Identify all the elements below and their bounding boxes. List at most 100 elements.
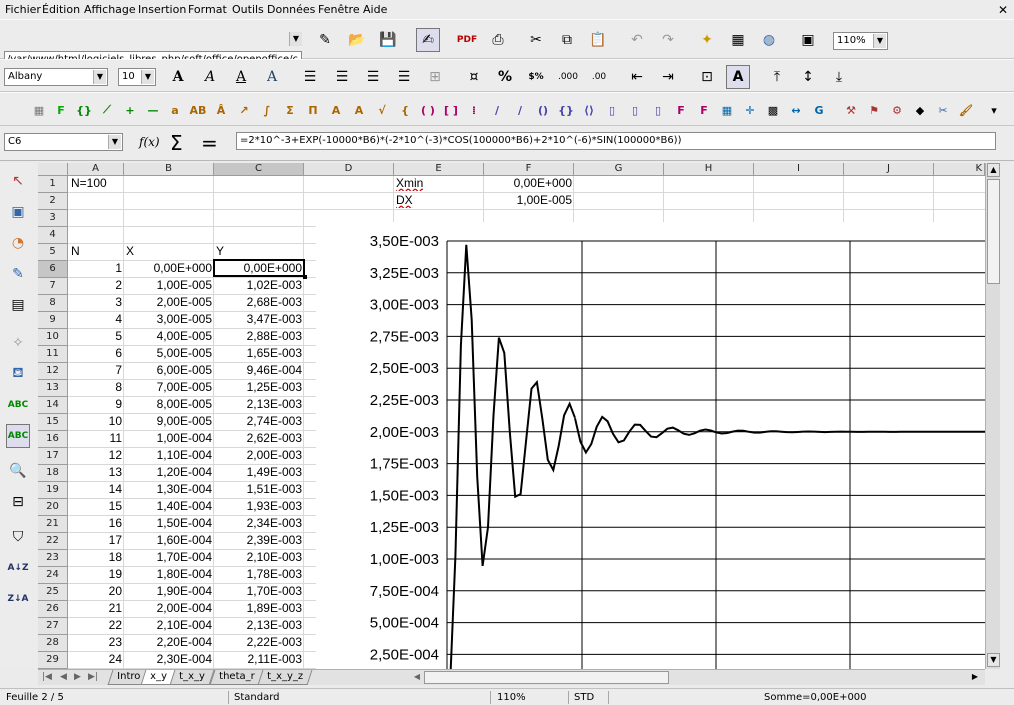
open-folder-icon[interactable]: 📂 [345, 28, 369, 52]
cell-x[interactable]: 1,50E-004 [124, 515, 214, 531]
copy-icon[interactable]: ⧉ [555, 28, 579, 52]
brace-open-icon[interactable]: { [396, 101, 414, 119]
menu-outils[interactable]: Outils [232, 3, 264, 16]
row-header[interactable]: 11 [38, 346, 68, 363]
sum-icon[interactable]: Σ [170, 131, 183, 155]
blue-box-1-icon[interactable]: ▯ [603, 101, 621, 119]
insert-object-icon[interactable]: ▣ [6, 200, 30, 224]
sheet-tab-t-x-y[interactable]: t_x_y [169, 670, 215, 685]
formula-input[interactable]: =2*10^-3+EXP(-10000*B6)*(-2*10^(-3)*COS(… [236, 132, 996, 150]
table-blue-icon[interactable]: ▦ [718, 101, 736, 119]
cell-n[interactable]: 20 [68, 583, 124, 599]
formula-f-icon[interactable]: F [52, 101, 70, 119]
cell-y[interactable]: 2,74E-003 [214, 413, 304, 429]
font-name-select[interactable]: Albany ▼ [4, 68, 108, 86]
align-right-icon[interactable]: ☰ [361, 65, 385, 89]
row-header[interactable]: 15 [38, 414, 68, 431]
cell-y[interactable]: 2,39E-003 [214, 532, 304, 548]
cell-y[interactable]: 2,13E-003 [214, 396, 304, 412]
cell-n[interactable]: 3 [68, 294, 124, 310]
paintbrush-icon[interactable]: ⛾ [6, 362, 30, 386]
spellcheck-icon[interactable]: ABC [6, 393, 30, 417]
underline-icon[interactable]: A [229, 65, 253, 89]
cell-n[interactable]: 8 [68, 379, 124, 395]
export-pdf-icon[interactable]: PDF [455, 28, 479, 52]
cell-n[interactable]: 10 [68, 413, 124, 429]
cell-x[interactable]: 1,30E-004 [124, 481, 214, 497]
braces-icon[interactable]: {} [75, 101, 93, 119]
bold-icon[interactable]: A [166, 65, 190, 89]
cell-x[interactable]: 1,00E-005 [124, 277, 214, 293]
grid-icon[interactable]: ▦ [30, 101, 48, 119]
cell-c5[interactable]: Y [216, 243, 224, 259]
cell-a5[interactable]: N [71, 243, 80, 259]
row-header[interactable]: 18 [38, 465, 68, 482]
row-header[interactable]: 12 [38, 363, 68, 380]
cell-n[interactable]: 24 [68, 651, 124, 667]
scroll-up-icon[interactable]: ▲ [987, 163, 1000, 177]
draw-functions-icon[interactable]: ✎ [6, 262, 30, 286]
cell-n[interactable]: 22 [68, 617, 124, 633]
function-arrow-icon[interactable]: ↗ [235, 101, 253, 119]
row-header[interactable]: 7 [38, 278, 68, 295]
row-header[interactable]: 14 [38, 397, 68, 414]
datasource-icon[interactable]: ▣ [796, 28, 820, 52]
cell-x[interactable]: 1,60E-004 [124, 532, 214, 548]
cell-x[interactable]: 9,00E-005 [124, 413, 214, 429]
cell-y[interactable]: 1,65E-003 [214, 345, 304, 361]
brush-icon[interactable]: 🖌 [957, 101, 975, 119]
cell-x[interactable]: 2,10E-004 [124, 617, 214, 633]
row-header[interactable]: 25 [38, 584, 68, 601]
blue-sym-2-icon[interactable]: ∕ [511, 101, 529, 119]
currency-format-icon[interactable]: ¤ [462, 65, 486, 89]
cell-x[interactable]: 4,00E-005 [124, 328, 214, 344]
cell-y[interactable]: 1,02E-003 [214, 277, 304, 293]
autopilot-icon[interactable]: ✧ [6, 331, 30, 355]
cell-b5[interactable]: X [126, 243, 134, 259]
select-pointer-icon[interactable]: ↖ [6, 169, 30, 193]
row-header[interactable]: 26 [38, 601, 68, 618]
matrix-icon[interactable]: ⁞ [465, 101, 483, 119]
product-icon[interactable]: Π [304, 101, 322, 119]
cell-x[interactable]: 5,00E-005 [124, 345, 214, 361]
cell-x[interactable]: 0,00E+000 [124, 260, 214, 276]
chart[interactable]: 3,50E-003 3,25E-003 3,00E-003 2,75E-003 2,50… [316, 222, 988, 687]
vertical-scrollbar[interactable]: ▲ ▼ [985, 163, 1000, 669]
cell-y[interactable]: 1,49E-003 [214, 464, 304, 480]
function-wizard-icon[interactable]: f(x) [139, 135, 160, 149]
row-header[interactable]: 10 [38, 329, 68, 346]
slash-icon[interactable]: ⟋ [98, 101, 116, 119]
save-icon[interactable]: 💾 [376, 28, 400, 52]
row-header[interactable]: 4 [38, 227, 68, 244]
hatch-grid-icon[interactable]: ▩ [764, 101, 782, 119]
blue-box-2-icon[interactable]: ▯ [626, 101, 644, 119]
cell-n[interactable]: 6 [68, 345, 124, 361]
row-header[interactable]: 13 [38, 380, 68, 397]
sort-descending-icon[interactable]: Z↓A [6, 587, 30, 611]
cell-x[interactable]: 2,20E-004 [124, 634, 214, 650]
blue-paren-icon[interactable]: () [534, 101, 552, 119]
cell-x[interactable]: 2,00E-005 [124, 294, 214, 310]
column-header-i[interactable]: I [754, 163, 844, 176]
row-header[interactable]: 22 [38, 533, 68, 550]
tool-1-icon[interactable]: ⚒ [842, 101, 860, 119]
cell-y[interactable]: 2,22E-003 [214, 634, 304, 650]
status-style[interactable]: Standard [234, 692, 280, 703]
cell-y[interactable]: 2,13E-003 [214, 617, 304, 633]
cell-y[interactable]: 1,93E-003 [214, 498, 304, 514]
column-header-c[interactable]: C [214, 163, 304, 176]
cell-x[interactable]: 2,00E-004 [124, 600, 214, 616]
align-middle-icon[interactable]: ↕ [796, 65, 820, 89]
scroll-left-icon[interactable]: ◀ [410, 671, 424, 684]
cell-n[interactable]: 16 [68, 515, 124, 531]
close-icon[interactable]: ✕ [998, 3, 1008, 17]
justify-icon[interactable]: ☰ [392, 65, 416, 89]
row-header[interactable]: 5 [38, 244, 68, 261]
cell-x[interactable]: 8,00E-005 [124, 396, 214, 412]
print-icon[interactable]: ⎙ [486, 28, 510, 52]
borders-icon[interactable]: ⊡ [695, 65, 719, 89]
find-icon[interactable]: 🔍 [6, 459, 30, 483]
format-f-icon[interactable]: F [672, 101, 690, 119]
cell-n[interactable]: 18 [68, 549, 124, 565]
cell-y[interactable]: 2,11E-003 [214, 651, 304, 667]
